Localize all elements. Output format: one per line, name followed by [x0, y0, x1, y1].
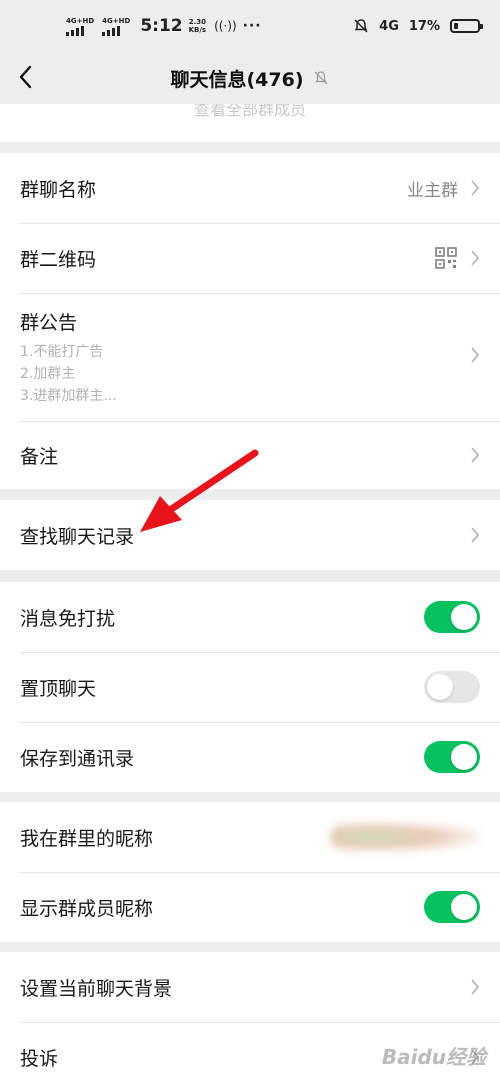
- signal-2: 4G+HD: [102, 17, 130, 36]
- show-nickname-right: [424, 891, 480, 923]
- toggle-knob: [451, 604, 477, 630]
- show-nickname-row: 显示群成员昵称: [0, 872, 500, 942]
- back-arrow-icon[interactable]: [14, 62, 38, 92]
- nav-bar: 聊天信息(476): [0, 52, 500, 104]
- view-all-members-partial[interactable]: 查看全部群成员: [0, 104, 500, 142]
- remark-row[interactable]: 备注: [0, 421, 500, 489]
- mute-toggle[interactable]: [424, 601, 480, 633]
- group-name-right: 业主群: [407, 176, 480, 201]
- chat-background-row[interactable]: 设置当前聊天背景: [0, 952, 500, 1022]
- chat-settings-section: 消息免打扰 置顶聊天 保存到通讯录: [0, 582, 500, 792]
- bell-off-icon: [354, 19, 368, 33]
- group-qr-label: 群二维码: [20, 248, 97, 271]
- blurred-nickname: [330, 822, 480, 852]
- search-section: 查找聊天记录: [0, 500, 500, 570]
- pin-label: 置顶聊天: [20, 677, 97, 700]
- notice-line: 3.进群加群主...: [20, 387, 117, 404]
- network-type: 4G: [379, 18, 399, 34]
- save-contacts-toggle[interactable]: [424, 741, 480, 773]
- show-nickname-label: 显示群成员昵称: [20, 897, 154, 920]
- notice-chevron: [470, 346, 480, 368]
- mute-right: [424, 601, 480, 633]
- signal-1: 4G+HD: [66, 17, 94, 36]
- group-name-label: 群聊名称: [20, 178, 97, 201]
- pin-toggle[interactable]: [424, 671, 480, 703]
- chevron-right-icon: [471, 250, 480, 266]
- battery-icon: [450, 19, 483, 33]
- save-contacts-row: 保存到通讯录: [0, 722, 500, 792]
- notice-line: 2.加群主: [20, 365, 76, 382]
- view-all-members-label: 查看全部群成员: [193, 104, 306, 119]
- chevron-right-icon: [471, 347, 480, 363]
- group-name-value: 业主群: [407, 180, 458, 201]
- search-history-label: 查找聊天记录: [20, 525, 135, 548]
- more-dots: ···: [242, 18, 262, 34]
- pin-row: 置顶聊天: [0, 652, 500, 722]
- mute-bell-icon: [314, 71, 327, 85]
- chevron-right-icon: [471, 180, 480, 196]
- status-bar: 4G+HD 4G+HD 5:12 2.30 KB/s ((·)) ··· 4G …: [0, 0, 500, 52]
- group-notice-row[interactable]: 群公告 1.不能打广告 2.加群主 3.进群加群主...: [0, 293, 500, 421]
- speed-unit: KB/s: [188, 26, 207, 34]
- speed-value: 2.30: [188, 18, 206, 26]
- qr-code-icon: [435, 247, 457, 269]
- signal-bars-icon: [66, 25, 84, 36]
- chevron-right-icon: [471, 979, 480, 995]
- my-nickname-label: 我在群里的昵称: [20, 827, 154, 850]
- mute-label: 消息免打扰: [20, 607, 116, 630]
- page-title: 聊天信息(476): [170, 68, 304, 91]
- pin-right: [424, 671, 480, 703]
- status-right: 4G 17%: [353, 18, 483, 34]
- signal-bars-icon: [102, 25, 121, 36]
- search-history-row[interactable]: 查找聊天记录: [0, 500, 500, 570]
- my-nickname-row[interactable]: 我在群里的昵称: [0, 802, 500, 872]
- chat-background-label: 设置当前聊天背景: [20, 977, 173, 1000]
- network-speed: 2.30 KB/s: [189, 18, 206, 34]
- save-contacts-right: [424, 741, 480, 773]
- notice-line: 1.不能打广告: [20, 343, 104, 360]
- clock: 5:12: [140, 16, 183, 36]
- chevron-right-icon: [471, 447, 480, 463]
- watermark: Baidu经验: [381, 1045, 486, 1069]
- chat-background-right: [470, 978, 480, 996]
- toggle-knob: [451, 744, 477, 770]
- chevron-right-icon: [471, 527, 480, 543]
- group-qr-row[interactable]: 群二维码: [0, 223, 500, 293]
- nickname-section: 我在群里的昵称 显示群成员昵称: [0, 802, 500, 942]
- group-info-section: 群聊名称 业主群 群二维码 群公告 1.不能打广告 2.加群主 3.进群加群主.…: [0, 153, 500, 489]
- signal-2-label: 4G+HD: [102, 16, 131, 25]
- group-name-row[interactable]: 群聊名称 业主群: [0, 153, 500, 223]
- hotspot-icon: ((·)): [214, 19, 237, 33]
- remark-label: 备注: [20, 445, 59, 468]
- complain-label: 投诉: [20, 1047, 59, 1070]
- show-nickname-toggle[interactable]: [424, 891, 480, 923]
- my-nickname-right: [330, 822, 480, 852]
- signal-1-label: 4G+HD: [66, 16, 95, 25]
- group-notice-label: 群公告: [20, 311, 78, 334]
- save-contacts-label: 保存到通讯录: [20, 747, 135, 770]
- search-history-right: [470, 526, 480, 544]
- group-qr-right: [434, 246, 480, 270]
- group-notice-content: 1.不能打广告 2.加群主 3.进群加群主...: [20, 341, 117, 407]
- battery-percent: 17%: [408, 18, 440, 34]
- remark-right: [470, 446, 480, 464]
- toggle-knob: [427, 674, 453, 700]
- battery-fill: [454, 23, 458, 29]
- toggle-knob: [451, 894, 477, 920]
- mute-row: 消息免打扰: [0, 582, 500, 652]
